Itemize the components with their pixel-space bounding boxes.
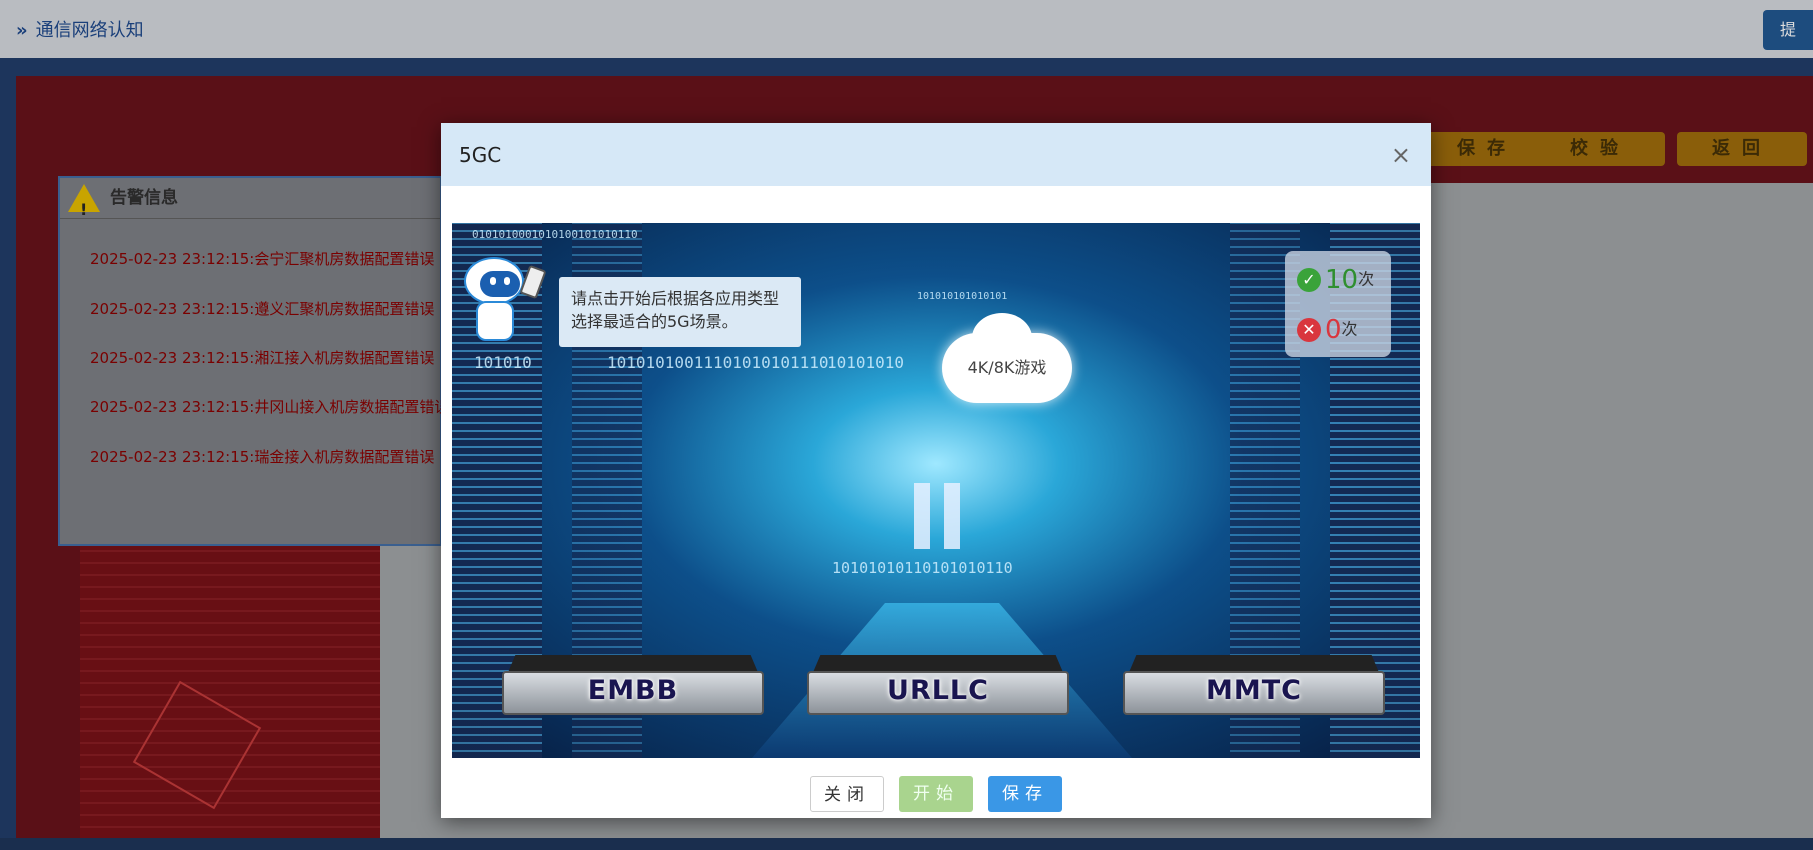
x-icon: ✕ [1297,317,1321,342]
wrong-count-row: ✕ 0次 [1297,311,1358,347]
binary-text: 101010101010101 [917,291,1008,302]
robot-eye [504,277,510,285]
close-icon[interactable]: × [1391,141,1411,169]
robot-head [464,257,524,305]
binary-text: 10101010 [827,353,905,372]
server-label: MMTC [1206,675,1302,706]
binary-text: 10101010011101010101110 [607,353,829,372]
score-counter: ✓ 10次 ✕ 0次 [1285,251,1391,357]
robot-face [480,271,520,297]
server-top [508,655,758,672]
binary-text: 101010 [474,353,532,372]
server-label: URLLC [887,675,989,706]
binary-text: 10101010110101010110 [832,559,1013,577]
instruction-bubble: 请点击开始后根据各应用类型选择最适合的5G场景。 [559,277,801,347]
server-mmtc[interactable]: MMTC [1123,653,1385,723]
binary-text: 0101010001010100101010110 [472,228,638,241]
dialog-footer: 关闭 开始 保存 [441,768,1431,818]
dialog-header: 5GC × [441,123,1431,186]
pause-bar [944,483,960,549]
robot-body [476,301,514,341]
pause-bar [914,483,930,549]
server-embb[interactable]: EMBB [502,653,764,723]
robot-eye [490,277,496,285]
pause-icon[interactable] [914,483,962,549]
data-center-scene: 0101010001010100101010110 101010 1010101… [452,223,1420,758]
count-unit: 次 [1341,319,1358,339]
dialog-title: 5GC [459,143,502,167]
server-urllc[interactable]: URLLC [807,653,1069,723]
check-icon: ✓ [1297,267,1321,292]
close-button[interactable]: 关闭 [810,776,884,812]
scenario-dialog: 5GC × 0101010001010100101010110 101010 1… [441,123,1431,818]
server-top [813,655,1063,672]
correct-count-row: ✓ 10次 [1297,261,1374,297]
save-button[interactable]: 保存 [988,776,1062,812]
phone-icon [519,264,547,300]
application-cloud[interactable]: 4K/8K游戏 [942,313,1072,403]
server-top [1129,655,1379,672]
wrong-count: 0 [1325,314,1342,345]
correct-count: 10 [1325,264,1359,295]
start-button[interactable]: 开始 [899,776,973,812]
robot-mascot [458,253,548,353]
count-unit: 次 [1358,269,1375,289]
bottom-bar [0,838,1813,850]
server-label: EMBB [587,675,679,706]
application-cloud-label: 4K/8K游戏 [967,358,1047,377]
